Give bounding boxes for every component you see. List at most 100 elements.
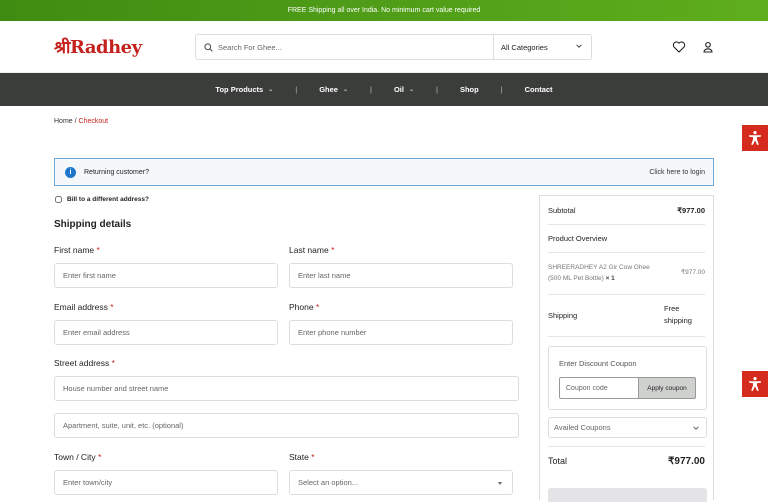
breadcrumb: Home / Checkout — [54, 118, 108, 125]
returning-customer-notice: i Returning customer? Click here to logi… — [54, 158, 714, 186]
logo-prefix: श्री — [54, 38, 70, 58]
nav-contact[interactable]: Contact — [525, 85, 553, 94]
city-label-text: Town / City — [54, 452, 96, 462]
promo-bar: FREE Shipping all over India. No minimum… — [0, 0, 768, 21]
required-mark: * — [110, 302, 114, 312]
state-label-text: State — [289, 452, 309, 462]
search-bar: All Categories — [195, 34, 592, 60]
apartment-field[interactable] — [54, 413, 519, 438]
divider — [548, 252, 705, 253]
accessibility-button[interactable] — [742, 125, 768, 151]
total-value: ₹977.00 — [668, 456, 705, 467]
required-mark: * — [96, 245, 100, 255]
coupon-box: Enter Discount Coupon Apply coupon — [548, 346, 707, 410]
street-label-text: Street address — [54, 358, 110, 368]
nav-label: Top Products — [215, 85, 264, 94]
subtotal-value: ₹977.00 — [677, 206, 705, 215]
shipping-label: Shipping — [548, 311, 578, 320]
city-label: Town / City * — [54, 452, 101, 462]
notice-text: Returning customer? — [84, 168, 149, 176]
divider — [548, 224, 705, 225]
chevron-down-icon: ⌄ — [268, 87, 274, 93]
accessibility-icon — [749, 131, 761, 145]
availed-coupons-dropdown[interactable]: Availed Coupons — [548, 417, 707, 438]
last-name-label-text: Last name — [289, 245, 329, 255]
apply-coupon-button[interactable]: Apply coupon — [638, 377, 696, 399]
category-selected: All Categories — [501, 42, 548, 52]
phone-label-text: Phone — [289, 302, 314, 312]
nav-separator: | — [435, 85, 438, 94]
nav-oil[interactable]: Oil ⌄ — [394, 85, 414, 94]
bill-different-address[interactable]: Bill to a different address? — [55, 196, 149, 203]
email-field[interactable] — [54, 320, 278, 345]
product-price: ₹977.00 — [680, 269, 705, 276]
nav-label: Oil — [393, 85, 404, 94]
street-address-field[interactable] — [54, 376, 519, 401]
dropdown-arrow-icon — [498, 482, 502, 485]
state-label: State * — [289, 452, 315, 462]
bill-different-checkbox[interactable] — [55, 196, 62, 203]
nav-separator: | — [369, 85, 372, 94]
total-label: Total — [548, 456, 568, 466]
accessibility-button[interactable] — [742, 371, 768, 397]
overview-row: Product Overview — [548, 234, 705, 243]
nav-label: Shop — [459, 85, 479, 94]
chevron-down-icon: ⌄ — [342, 87, 348, 93]
availed-label: Availed Coupons — [554, 423, 611, 432]
info-icon: i — [65, 166, 76, 178]
divider — [548, 294, 705, 295]
chevron-down-icon — [693, 426, 699, 430]
product-line: SHREERADHEY A2 Gir Cow Ghee (500 ML Pet … — [548, 262, 663, 284]
required-mark: * — [97, 452, 102, 462]
last-name-label: Last name * — [289, 245, 334, 255]
product-name: SHREERADHEY A2 Gir Cow Ghee (500 ML Pet … — [548, 264, 650, 282]
state-select[interactable]: Select an option... — [289, 470, 513, 495]
category-select[interactable]: All Categories — [493, 35, 592, 59]
main-nav: Top Products ⌄ | Ghee ⌄ | Oil ⌄ | Shop | Co… — [0, 73, 768, 106]
city-field[interactable] — [54, 470, 278, 495]
required-mark: * — [331, 245, 335, 255]
bill-different-label: Bill to a different address? — [67, 196, 149, 203]
coupon-input[interactable] — [559, 377, 639, 399]
required-mark: * — [315, 302, 320, 312]
last-name-field[interactable] — [289, 263, 513, 288]
accessibility-icon — [749, 377, 761, 391]
nav-separator: | — [295, 85, 298, 94]
nav-label: Contact — [524, 85, 553, 94]
phone-label: Phone * — [289, 302, 319, 312]
subtotal-row: Subtotal ₹977.00 — [548, 206, 705, 215]
first-name-label: First name * — [54, 245, 100, 255]
order-summary: Subtotal ₹977.00 Product Overview SHREERA… — [539, 195, 714, 502]
search-input[interactable] — [218, 42, 488, 52]
site-header: श्रीRadhey All Categories — [0, 21, 768, 73]
chevron-down-icon — [576, 44, 582, 48]
divider — [548, 336, 705, 337]
chevron-down-icon: ⌄ — [408, 87, 414, 93]
search-icon[interactable] — [204, 42, 213, 52]
phone-field[interactable] — [289, 320, 513, 345]
nav-ghee[interactable]: Ghee ⌄ — [319, 85, 348, 94]
shipping-title: Shipping details — [54, 219, 132, 230]
nav-separator: | — [500, 85, 503, 94]
nav-label: Ghee — [319, 85, 338, 94]
total-row: Total ₹977.00 — [548, 456, 705, 467]
first-name-field[interactable] — [54, 263, 278, 288]
overview-label: Product Overview — [548, 234, 608, 243]
required-mark: * — [111, 358, 115, 368]
subtotal-label: Subtotal — [548, 206, 576, 215]
promo-text: FREE Shipping all over India. No minimum… — [287, 7, 481, 14]
logo[interactable]: श्रीRadhey — [54, 35, 142, 58]
street-label: Street address * — [54, 358, 115, 368]
required-mark: * — [311, 452, 315, 462]
user-icon[interactable] — [701, 40, 715, 54]
nav-top-products[interactable]: Top Products ⌄ — [215, 85, 273, 94]
heart-icon[interactable] — [672, 40, 686, 54]
divider — [548, 446, 705, 447]
state-select-value: Select an option... — [298, 478, 359, 487]
login-link[interactable]: Click here to login — [649, 169, 705, 176]
breadcrumb-current: Checkout — [78, 118, 109, 125]
nav-shop[interactable]: Shop — [460, 85, 479, 94]
breadcrumb-home[interactable]: Home — [54, 118, 73, 125]
coupon-title: Enter Discount Coupon — [559, 359, 637, 368]
product-qty: × 1 — [605, 275, 615, 282]
